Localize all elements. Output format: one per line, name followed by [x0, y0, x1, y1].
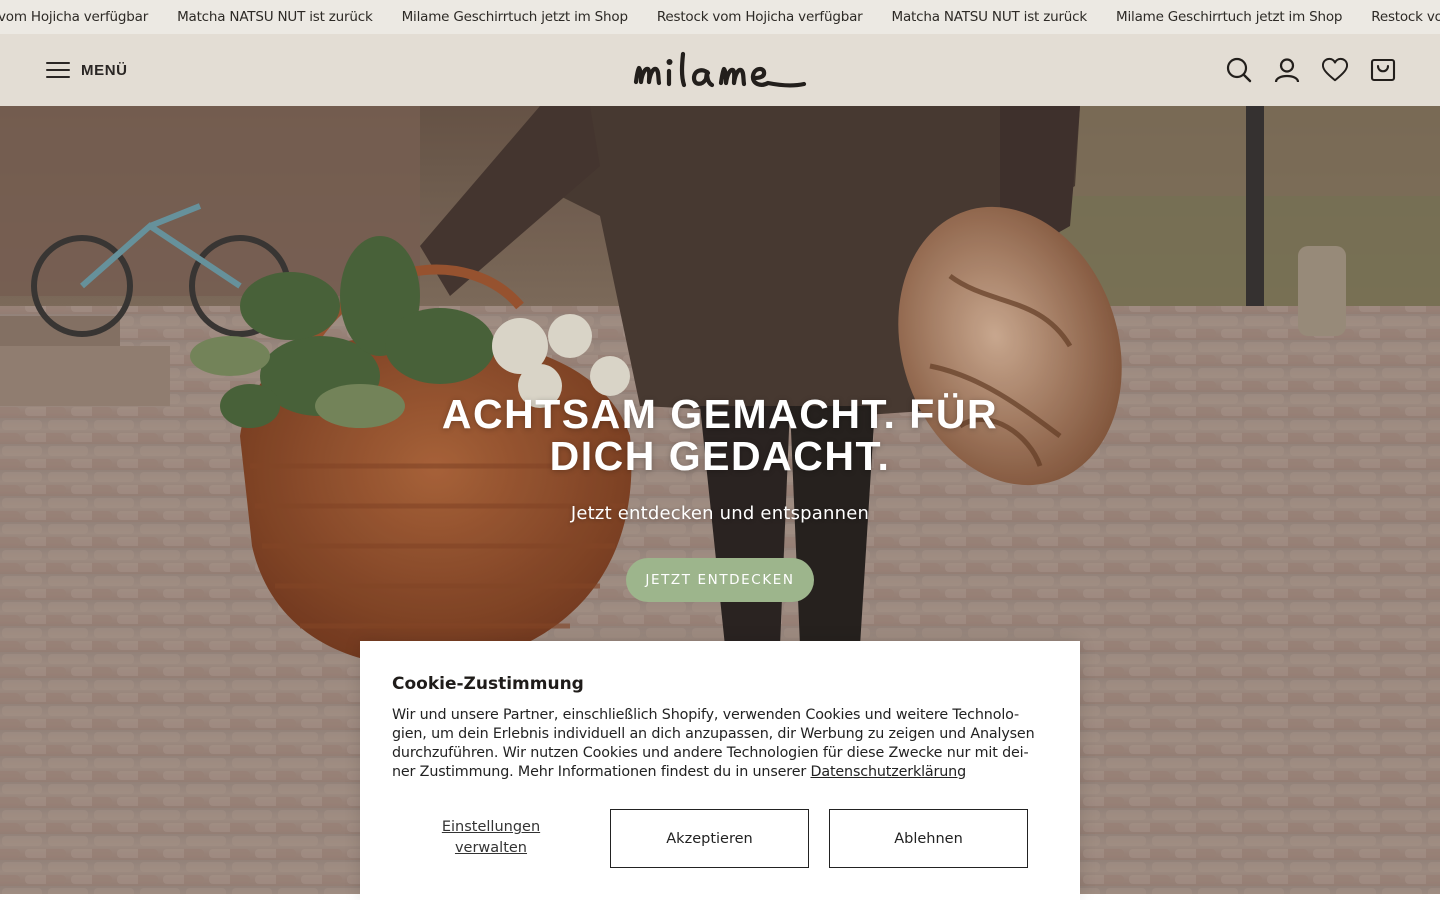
cookie-text-line: ner Zustimmung. Mehr Informationen finde…: [392, 764, 811, 780]
account-icon[interactable]: [1274, 56, 1300, 84]
accept-cookies-button[interactable]: Akzeptieren: [610, 809, 809, 868]
hamburger-icon: [46, 60, 70, 80]
cookie-text-line: gien, um dein Erlebnis individuell an di…: [392, 726, 1035, 742]
announcement-item: vom Hojicha verfügbar: [0, 9, 149, 25]
announcement-track: vom Hojicha verfügbar Matcha NATSU NUT i…: [0, 0, 1440, 34]
menu-label: MENÜ: [81, 61, 128, 79]
site-header: MENÜ: [0, 34, 1440, 106]
announcement-item: Matcha NATSU NUT ist zurück: [891, 9, 1088, 25]
announcement-item: Restock vom Hojicha verfügbar: [656, 9, 863, 25]
announcement-item: Matcha NATSU NUT ist zurück: [177, 9, 373, 25]
manage-settings-line2: verwalten: [454, 840, 528, 856]
announcement-item: Milame Geschirrtuch jetzt im Shop: [401, 9, 628, 25]
wishlist-heart-icon[interactable]: [1322, 56, 1348, 84]
announcement-bar: vom Hojicha verfügbar Matcha NATSU NUT i…: [0, 0, 1440, 34]
hero-title-line2: DICH GEDACHT.: [549, 433, 891, 479]
cookie-text-line: durchzuführen. Wir nutzen Cookies und an…: [392, 745, 1029, 761]
cart-bag-icon[interactable]: [1370, 56, 1396, 84]
discover-now-button[interactable]: JETZT ENTDECKEN: [626, 558, 814, 602]
search-icon[interactable]: [1226, 56, 1252, 84]
cookie-dialog-title: Cookie-Zustimmung: [392, 674, 584, 694]
site-logo[interactable]: [633, 48, 807, 94]
hero-subtitle: Jetzt entdecken und entspannen: [570, 503, 870, 524]
cookie-consent-dialog: Cookie-Zustimmung Wir und unsere Partner…: [360, 641, 1080, 900]
privacy-policy-link[interactable]: Datenschutzerklärung: [810, 764, 966, 780]
cookie-text-line: Wir und unsere Partner, einschließlich S…: [392, 707, 1020, 723]
announcement-item: Milame Geschirrtuch jetzt im Shop: [1116, 9, 1343, 25]
cookie-dialog-text: Wir und unsere Partner, einschließlich S…: [392, 706, 1052, 782]
announcement-item: Restock vom Hojicha verfügbar: [1371, 9, 1440, 25]
menu-button[interactable]: MENÜ: [46, 58, 128, 82]
hero-title: ACHTSAM GEMACHT. FÜR DICH GEDACHT.: [380, 393, 1060, 477]
decline-cookies-button[interactable]: Ablehnen: [829, 809, 1028, 868]
hero-title-line1: ACHTSAM GEMACHT. FÜR: [441, 391, 999, 437]
milame-logo-wordmark: [633, 51, 807, 88]
manage-settings-link[interactable]: Einstellungen verwalten: [424, 817, 558, 859]
manage-settings-line1: Einstellungen: [441, 819, 541, 835]
